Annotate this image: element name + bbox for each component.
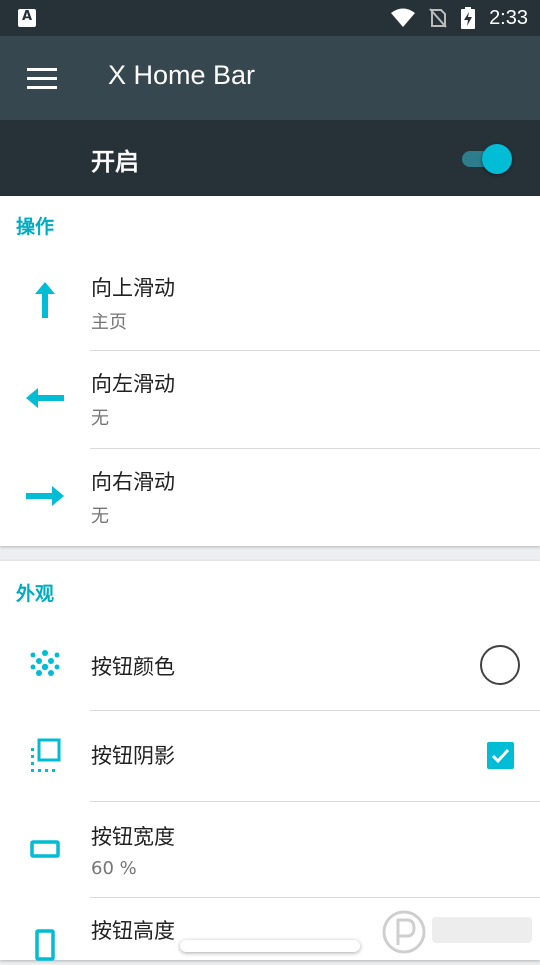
wifi-icon bbox=[391, 8, 416, 27]
pref-summary: 主页 bbox=[91, 312, 127, 333]
pref-title: 向上滑动 bbox=[91, 276, 175, 300]
pref-title: 向左滑动 bbox=[91, 372, 175, 396]
pref-title: 按钮颜色 bbox=[91, 655, 175, 679]
pref-title: 向右滑动 bbox=[91, 470, 175, 494]
pref-title: 按钮宽度 bbox=[91, 825, 175, 849]
appearance-card: 外观 按钮颜色 按钮阴影 按钮宽度 60 % 按钮高度 bbox=[0, 561, 540, 961]
master-toggle[interactable] bbox=[460, 143, 512, 174]
status-time: 2:33 bbox=[489, 6, 528, 29]
pref-button-color[interactable]: 按钮颜色 bbox=[0, 621, 540, 710]
shadow-icon bbox=[31, 738, 61, 772]
arrow-left-icon bbox=[26, 388, 64, 408]
master-switch-bar[interactable]: 开启 bbox=[0, 120, 540, 196]
pref-swipe-left[interactable]: 向左滑动 无 bbox=[0, 350, 540, 448]
section-title-actions: 操作 bbox=[16, 216, 55, 238]
pref-swipe-right[interactable]: 向右滑动 无 bbox=[0, 448, 540, 546]
color-preview-circle[interactable] bbox=[480, 645, 520, 685]
pref-button-shadow[interactable]: 按钮阴影 bbox=[0, 710, 540, 801]
pref-swipe-up[interactable]: 向上滑动 主页 bbox=[0, 252, 540, 350]
pref-summary: 无 bbox=[91, 506, 109, 527]
arrow-up-icon bbox=[35, 282, 55, 318]
notification-letter: A bbox=[22, 9, 33, 24]
menu-icon[interactable] bbox=[27, 68, 57, 90]
pref-title: 按钮高度 bbox=[91, 919, 175, 943]
pref-title: 按钮阴影 bbox=[91, 744, 175, 768]
app-bar: X Home Bar bbox=[0, 36, 540, 120]
home-bar-pill[interactable] bbox=[180, 940, 360, 952]
pref-summary: 无 bbox=[91, 408, 109, 429]
master-switch-label: 开启 bbox=[91, 148, 139, 176]
battery-charging-icon bbox=[461, 7, 476, 29]
no-sim-icon bbox=[429, 8, 447, 28]
palette-dots-icon bbox=[30, 650, 60, 676]
notification-icon: A bbox=[18, 9, 36, 27]
height-icon bbox=[35, 929, 55, 961]
shadow-checkbox[interactable] bbox=[487, 742, 514, 769]
width-icon bbox=[30, 840, 60, 858]
actions-card: 操作 向上滑动 主页 向左滑动 无 向右滑动 无 bbox=[0, 196, 540, 546]
watermark-logo-icon bbox=[382, 910, 532, 954]
check-icon bbox=[491, 748, 510, 764]
arrow-right-icon bbox=[26, 486, 64, 506]
status-icons: 2:33 bbox=[391, 0, 528, 36]
section-title-appearance: 外观 bbox=[16, 583, 55, 605]
app-title: X Home Bar bbox=[108, 60, 256, 90]
pref-summary: 60 % bbox=[91, 858, 137, 879]
status-bar: A 2:33 bbox=[0, 0, 540, 36]
pref-button-width[interactable]: 按钮宽度 60 % bbox=[0, 801, 540, 897]
